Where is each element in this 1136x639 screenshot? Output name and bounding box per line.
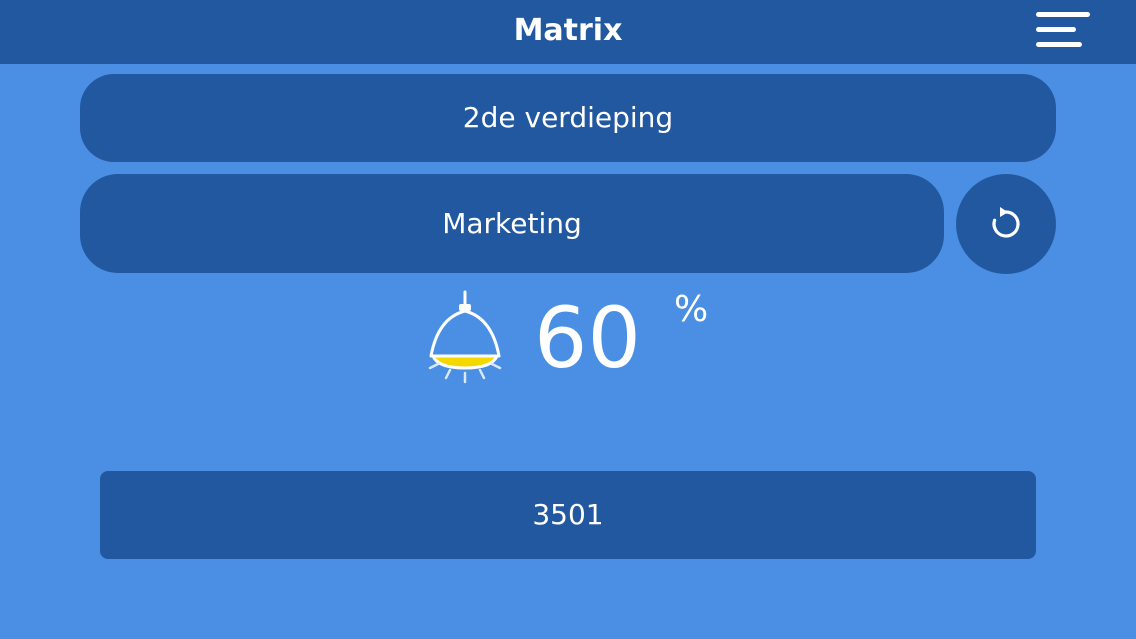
floor-selector[interactable]: 2de verdieping [80, 74, 1056, 162]
light-level-value: 60 [534, 289, 641, 387]
lamp-icon [428, 290, 502, 384]
refresh-button[interactable] [956, 174, 1056, 274]
device-button[interactable]: 3501 [100, 471, 1036, 559]
light-level-unit: % [674, 289, 709, 330]
refresh-icon [992, 207, 1020, 238]
menu-button[interactable] [1030, 6, 1102, 58]
group-selector[interactable]: Marketing [80, 174, 944, 273]
page-title: Matrix [513, 13, 623, 48]
